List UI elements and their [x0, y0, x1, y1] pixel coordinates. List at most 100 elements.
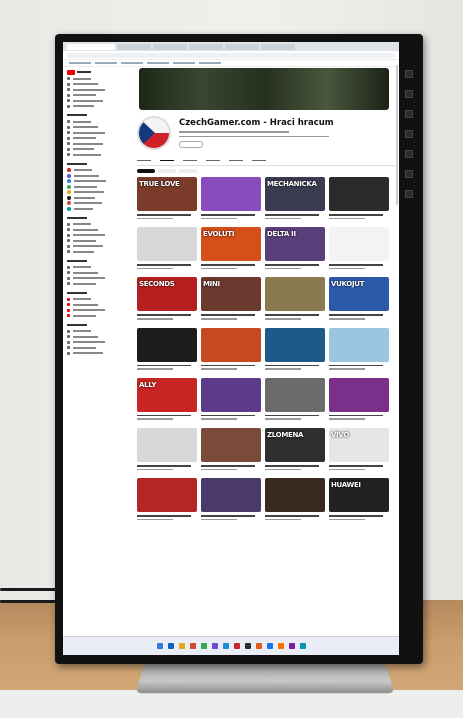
video-card[interactable]: [137, 227, 197, 270]
monitor-button[interactable]: [405, 70, 413, 78]
video-title[interactable]: [201, 214, 255, 216]
url-field[interactable]: [67, 52, 395, 58]
video-title[interactable]: [201, 264, 255, 266]
video-card[interactable]: HUAWEI: [329, 478, 389, 521]
taskbar-app-icon[interactable]: [211, 643, 218, 649]
video-thumbnail[interactable]: SECONDS: [137, 277, 197, 312]
video-thumbnail[interactable]: [201, 377, 261, 412]
taskbar-app-icon[interactable]: [178, 643, 185, 649]
video-thumbnail[interactable]: [201, 478, 261, 513]
sidebar-item[interactable]: [67, 313, 119, 319]
monitor-button[interactable]: [405, 90, 413, 98]
taskbar-app-icon[interactable]: [266, 643, 273, 649]
video-card[interactable]: [265, 277, 325, 320]
tab-live[interactable]: [206, 159, 220, 162]
video-title[interactable]: [329, 515, 383, 517]
video-card[interactable]: VIVO: [329, 427, 389, 471]
bookmark[interactable]: [199, 62, 221, 64]
video-thumbnail[interactable]: TRUE LOVE: [137, 177, 197, 211]
video-title[interactable]: [265, 314, 319, 317]
subscribe-button[interactable]: [179, 141, 203, 149]
video-card[interactable]: MECHANICKA: [265, 177, 325, 220]
video-card[interactable]: VUKOJUT: [329, 277, 389, 320]
taskbar-app-icon[interactable]: [156, 643, 163, 649]
video-thumbnail[interactable]: EVOLUTI: [201, 227, 261, 262]
sidebar-item[interactable]: [67, 206, 119, 212]
sidebar-item[interactable]: [67, 104, 119, 110]
video-card[interactable]: [329, 377, 389, 420]
monitor-button[interactable]: [405, 190, 413, 198]
video-title[interactable]: [137, 515, 191, 517]
taskbar-app-icon[interactable]: [277, 643, 284, 649]
youtube-logo[interactable]: [67, 68, 119, 76]
video-title[interactable]: [201, 464, 255, 467]
tab-community[interactable]: [252, 159, 266, 162]
chip-latest[interactable]: [137, 169, 155, 173]
bookmark[interactable]: [173, 62, 195, 64]
video-title[interactable]: [329, 464, 383, 467]
video-title[interactable]: [137, 464, 191, 467]
video-title[interactable]: [265, 264, 319, 266]
video-thumbnail[interactable]: DELTA II: [265, 227, 325, 262]
video-thumbnail[interactable]: [201, 177, 261, 211]
sidebar-item[interactable]: [67, 351, 119, 357]
video-thumbnail[interactable]: [265, 327, 325, 362]
monitor-button[interactable]: [405, 110, 413, 118]
video-title[interactable]: [329, 414, 383, 417]
video-card[interactable]: [329, 177, 389, 220]
monitor-button[interactable]: [405, 130, 413, 138]
taskbar-app-icon[interactable]: [299, 643, 306, 649]
video-thumbnail[interactable]: MINI: [201, 277, 261, 312]
video-thumbnail[interactable]: MECHANICKA: [265, 177, 325, 211]
video-thumbnail[interactable]: [329, 177, 389, 211]
video-card[interactable]: [201, 377, 261, 420]
video-thumbnail[interactable]: [265, 377, 325, 412]
video-title[interactable]: [201, 314, 255, 317]
video-card[interactable]: [201, 478, 261, 521]
video-title[interactable]: [265, 464, 319, 467]
video-title[interactable]: [137, 414, 191, 417]
video-title[interactable]: [137, 364, 191, 367]
taskbar-app-icon[interactable]: [288, 643, 295, 649]
video-thumbnail[interactable]: VIVO: [329, 427, 389, 462]
taskbar-app-icon[interactable]: [222, 643, 229, 649]
bookmark[interactable]: [147, 62, 169, 64]
tab-shorts[interactable]: [183, 159, 197, 162]
video-thumbnail[interactable]: [201, 327, 261, 362]
taskbar-app-icon[interactable]: [167, 643, 174, 649]
video-thumbnail[interactable]: VUKOJUT: [329, 277, 389, 312]
bookmark[interactable]: [95, 62, 117, 64]
tab-playlists[interactable]: [229, 159, 243, 162]
video-thumbnail[interactable]: ALLY: [137, 377, 197, 412]
video-card[interactable]: [137, 327, 197, 370]
video-thumbnail[interactable]: [329, 327, 389, 362]
video-card[interactable]: [201, 327, 261, 370]
video-title[interactable]: [201, 515, 255, 517]
browser-tab[interactable]: [261, 43, 295, 50]
channel-avatar[interactable]: [137, 116, 171, 150]
video-card[interactable]: TRUE LOVE: [137, 177, 197, 220]
taskbar-app-icon[interactable]: [189, 643, 196, 649]
video-thumbnail[interactable]: [137, 478, 197, 513]
browser-tab[interactable]: [225, 43, 259, 50]
video-thumbnail[interactable]: ZLOMENA: [265, 427, 325, 462]
video-title[interactable]: [329, 364, 383, 367]
video-card[interactable]: [137, 427, 197, 471]
video-card[interactable]: [329, 327, 389, 370]
video-title[interactable]: [137, 214, 191, 216]
video-title[interactable]: [137, 314, 191, 317]
browser-tab[interactable]: [117, 43, 151, 50]
video-card[interactable]: SECONDS: [137, 277, 197, 320]
sidebar-item[interactable]: [67, 152, 119, 158]
taskbar-app-icon[interactable]: [233, 643, 240, 649]
browser-tab[interactable]: [189, 43, 223, 50]
taskbar-app-icon[interactable]: [255, 643, 262, 649]
taskbar-app-icon[interactable]: [200, 643, 207, 649]
video-title[interactable]: [329, 264, 383, 266]
video-card[interactable]: [329, 227, 389, 270]
video-thumbnail[interactable]: [265, 478, 325, 513]
video-card[interactable]: [265, 327, 325, 370]
video-thumbnail[interactable]: [201, 427, 261, 462]
video-title[interactable]: [201, 364, 255, 367]
video-title[interactable]: [265, 414, 319, 417]
